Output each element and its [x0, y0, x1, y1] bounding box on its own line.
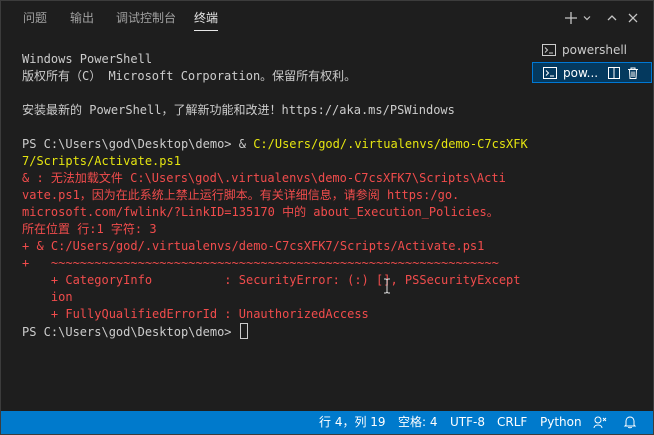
terminal-list-item-label: powershell — [562, 43, 627, 57]
terminal-line: PS C:\Users\god\Desktop\demo> & C:/Users… — [22, 136, 528, 153]
split-terminal-icon[interactable] — [607, 66, 621, 80]
status-bar: 行 4，列 19 空格: 4 UTF-8 CRLF Python — [1, 411, 653, 434]
terminal-text: & : 无法加载文件 C:\Users\god\.virtualenvs\dem… — [22, 171, 506, 185]
terminal-list-item-powershell[interactable]: powershell — [532, 40, 650, 61]
tab-problems[interactable]: 问题 — [23, 1, 47, 35]
close-panel-button[interactable] — [626, 9, 640, 27]
encoding[interactable]: UTF-8 — [450, 411, 485, 434]
tab-output[interactable]: 输出 — [70, 1, 94, 35]
terminal-text: C:/Users/god/.virtualenvs/demo-C7csXFK — [253, 137, 528, 151]
terminal-line: + & C:/Users/god/.virtualenvs/demo-C7csX… — [22, 238, 522, 255]
panel-tab-bar: 问题 输出 调试控制台 终端 — [1, 1, 653, 35]
plus-icon — [565, 12, 577, 24]
feedback-button[interactable] — [593, 411, 609, 434]
terminal-line: 版权所有（C） Microsoft Corporation。保留所有权利。 — [22, 68, 522, 85]
terminal-line: 安装最新的 PowerShell，了解新功能和改进！https://aka.ms… — [22, 102, 522, 119]
terminal-line: + CategoryInfo : SecurityError: (:) [], … — [22, 272, 522, 289]
tab-terminal[interactable]: 终端 — [194, 1, 219, 35]
terminal-line: PS C:\Users\god\Desktop\demo> — [22, 323, 522, 340]
terminal-icon — [543, 67, 557, 79]
terminal-list-item-label: pow... — [563, 66, 599, 80]
text-cursor-icon — [384, 278, 390, 294]
terminal-text: Windows PowerShell — [22, 52, 153, 66]
terminal-output[interactable]: Windows PowerShell 版权所有（C） Microsoft Corp… — [22, 51, 528, 340]
terminal-text: microsoft.com/fwlink/?LinkID=135170 中的 a… — [22, 205, 499, 219]
terminal-cursor — [239, 323, 248, 339]
terminal-dropdown-button[interactable] — [581, 9, 593, 27]
maximize-panel-button[interactable] — [605, 9, 619, 27]
tab-debug-console[interactable]: 调试控制台 — [116, 1, 176, 35]
terminal-line: vate.ps1，因为在此系统上禁止运行脚本。有关详细信息，请参阅 https:… — [22, 187, 522, 204]
terminal-text: + FullyQualifiedErrorId : UnauthorizedAc… — [22, 307, 369, 321]
terminal-text: 7/Scripts/Activate.ps1 — [22, 154, 181, 168]
chevron-down-icon — [583, 16, 591, 21]
trash-icon[interactable] — [626, 66, 640, 80]
bell-icon — [623, 416, 637, 429]
close-icon — [628, 13, 638, 23]
terminal-line: ion — [22, 289, 522, 306]
terminal-line: 7/Scripts/Activate.ps1 — [22, 153, 522, 170]
terminal-text: + ~~~~~~~~~~~~~~~~~~~~~~~~~~~~~~~~~~~~~~… — [22, 256, 499, 270]
terminal-text: vate.ps1，因为在此系统上禁止运行脚本。有关详细信息，请参阅 https:… — [22, 188, 460, 202]
indentation[interactable]: 空格: 4 — [398, 411, 438, 434]
terminal-text: PS C:\Users\god\Desktop\demo> & — [22, 137, 254, 151]
terminal-text: + CategoryInfo : SecurityError: (:) [], … — [22, 273, 521, 287]
cursor-position[interactable]: 行 4，列 19 — [319, 411, 386, 434]
terminal-text: 版权所有（C） Microsoft Corporation。保留所有权利。 — [22, 69, 357, 83]
terminal-line: + FullyQualifiedErrorId : UnauthorizedAc… — [22, 306, 522, 323]
chevron-up-icon — [607, 15, 617, 21]
terminal-panel: 问题 输出 调试控制台 终端 Windows PowerShell 版权所有（C）… — [0, 0, 654, 435]
terminal-text: PS C:\Users\god\Desktop\demo> — [22, 325, 239, 339]
notifications-button[interactable] — [623, 411, 639, 434]
end-of-line[interactable]: CRLF — [497, 411, 527, 434]
terminal-text: 安装最新的 PowerShell，了解新功能和改进！https://aka.ms… — [22, 103, 455, 117]
terminal-line: microsoft.com/fwlink/?LinkID=135170 中的 a… — [22, 204, 522, 221]
terminal-list: powershell pow... — [532, 39, 652, 89]
terminal-icon — [542, 44, 556, 56]
feedback-icon — [593, 416, 607, 429]
terminal-line: 所在位置 行:1 字符: 3 — [22, 221, 522, 238]
terminal-text: + & C:/Users/god/.virtualenvs/demo-C7csX… — [22, 239, 485, 253]
terminal-text: ion — [22, 290, 73, 304]
terminal-line: + ~~~~~~~~~~~~~~~~~~~~~~~~~~~~~~~~~~~~~~… — [22, 255, 522, 272]
terminal-line: Windows PowerShell — [22, 51, 522, 68]
language-mode[interactable]: Python — [540, 411, 582, 434]
terminal-text: 所在位置 行:1 字符: 3 — [22, 222, 157, 236]
terminal-line: & : 无法加载文件 C:\Users\god\.virtualenvs\dem… — [22, 170, 522, 187]
terminal-list-item-active[interactable]: pow... — [532, 62, 652, 83]
new-terminal-button[interactable] — [563, 9, 579, 27]
